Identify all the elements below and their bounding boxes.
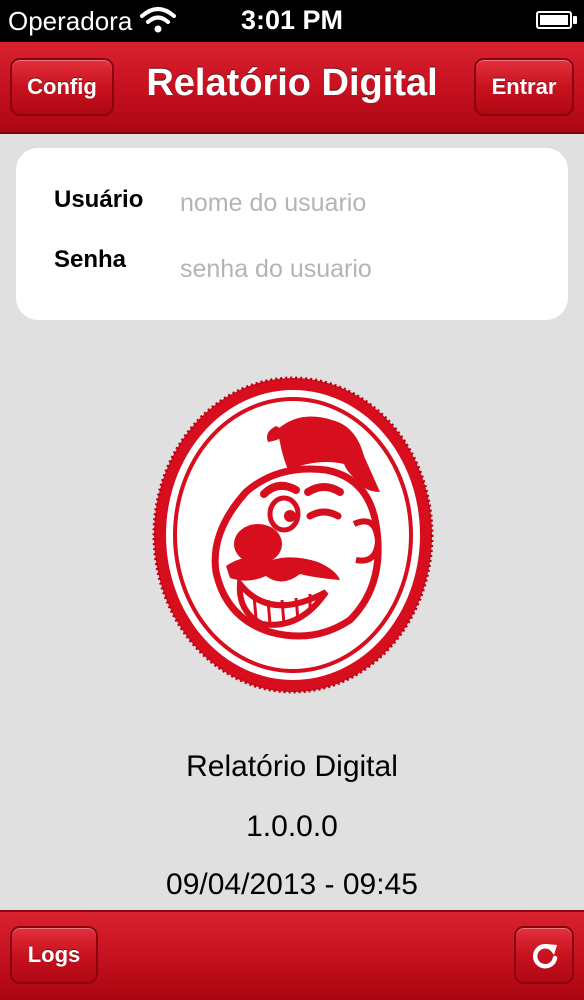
status-bar: Operadora 3:01 PM: [0, 0, 584, 42]
battery-tip: [573, 16, 577, 24]
username-label: Usuário: [54, 186, 144, 213]
refresh-button[interactable]: [514, 926, 574, 984]
mascot-logo: [152, 376, 434, 694]
logs-button[interactable]: Logs: [10, 926, 98, 984]
navigation-bar: Config Relatório Digital Entrar: [0, 42, 584, 134]
password-row: Senha: [16, 230, 568, 290]
app-name-label: Relatório Digital: [186, 750, 398, 783]
entrar-button[interactable]: Entrar: [474, 58, 574, 116]
username-row: Usuário: [16, 170, 568, 230]
battery-icon: [536, 11, 572, 29]
password-label: Senha: [54, 246, 127, 273]
login-form: Usuário Senha: [16, 148, 568, 320]
app-version-label: 1.0.0.0: [246, 810, 338, 843]
username-field[interactable]: [178, 182, 542, 224]
refresh-icon: [532, 944, 558, 969]
app-date-label: 09/04/2013 - 09:45: [166, 868, 418, 901]
status-time: 3:01 PM: [240, 5, 344, 35]
password-field[interactable]: [178, 248, 542, 290]
bottom-toolbar: Logs: [0, 910, 584, 1000]
